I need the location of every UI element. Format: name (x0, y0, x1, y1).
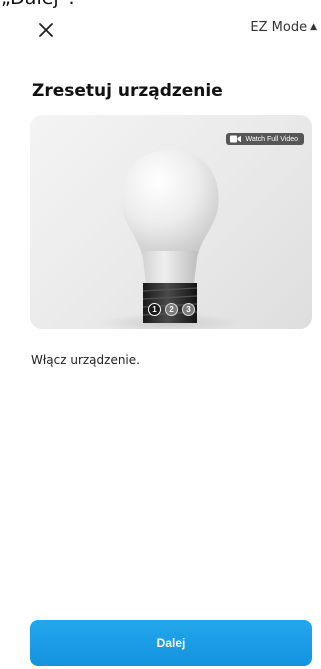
ez-mode-switch[interactable]: EZ Mode ▲ (250, 20, 317, 35)
watch-full-video-label: Watch Full Video (245, 135, 298, 143)
step-1-indicator: 1 (148, 303, 161, 316)
page-title: Zresetuj urządzenie (32, 81, 223, 101)
close-icon (39, 23, 53, 37)
video-camera-icon (230, 135, 242, 143)
previous-content-crop: „Dalej”. (0, 0, 321, 10)
watch-full-video-button[interactable]: Watch Full Video (226, 133, 304, 145)
step-indicator: 1 2 3 (148, 303, 195, 316)
light-bulb-image (100, 150, 240, 329)
close-button[interactable] (35, 19, 57, 41)
next-button[interactable]: Dalej (30, 620, 312, 666)
instruction-text: Włącz urządzenie. (31, 353, 140, 367)
cropped-text: „Dalej”. (1, 0, 75, 9)
caret-swap-icon: ▲ (310, 22, 317, 32)
step-3-indicator: 3 (182, 303, 195, 316)
reset-video-preview[interactable]: Watch Full Video 1 2 3 (30, 115, 312, 329)
mode-label: EZ Mode (250, 20, 308, 35)
reset-device-screen: „Dalej”. EZ Mode ▲ Zresetuj urządzenie (0, 0, 321, 669)
step-2-indicator: 2 (165, 303, 178, 316)
